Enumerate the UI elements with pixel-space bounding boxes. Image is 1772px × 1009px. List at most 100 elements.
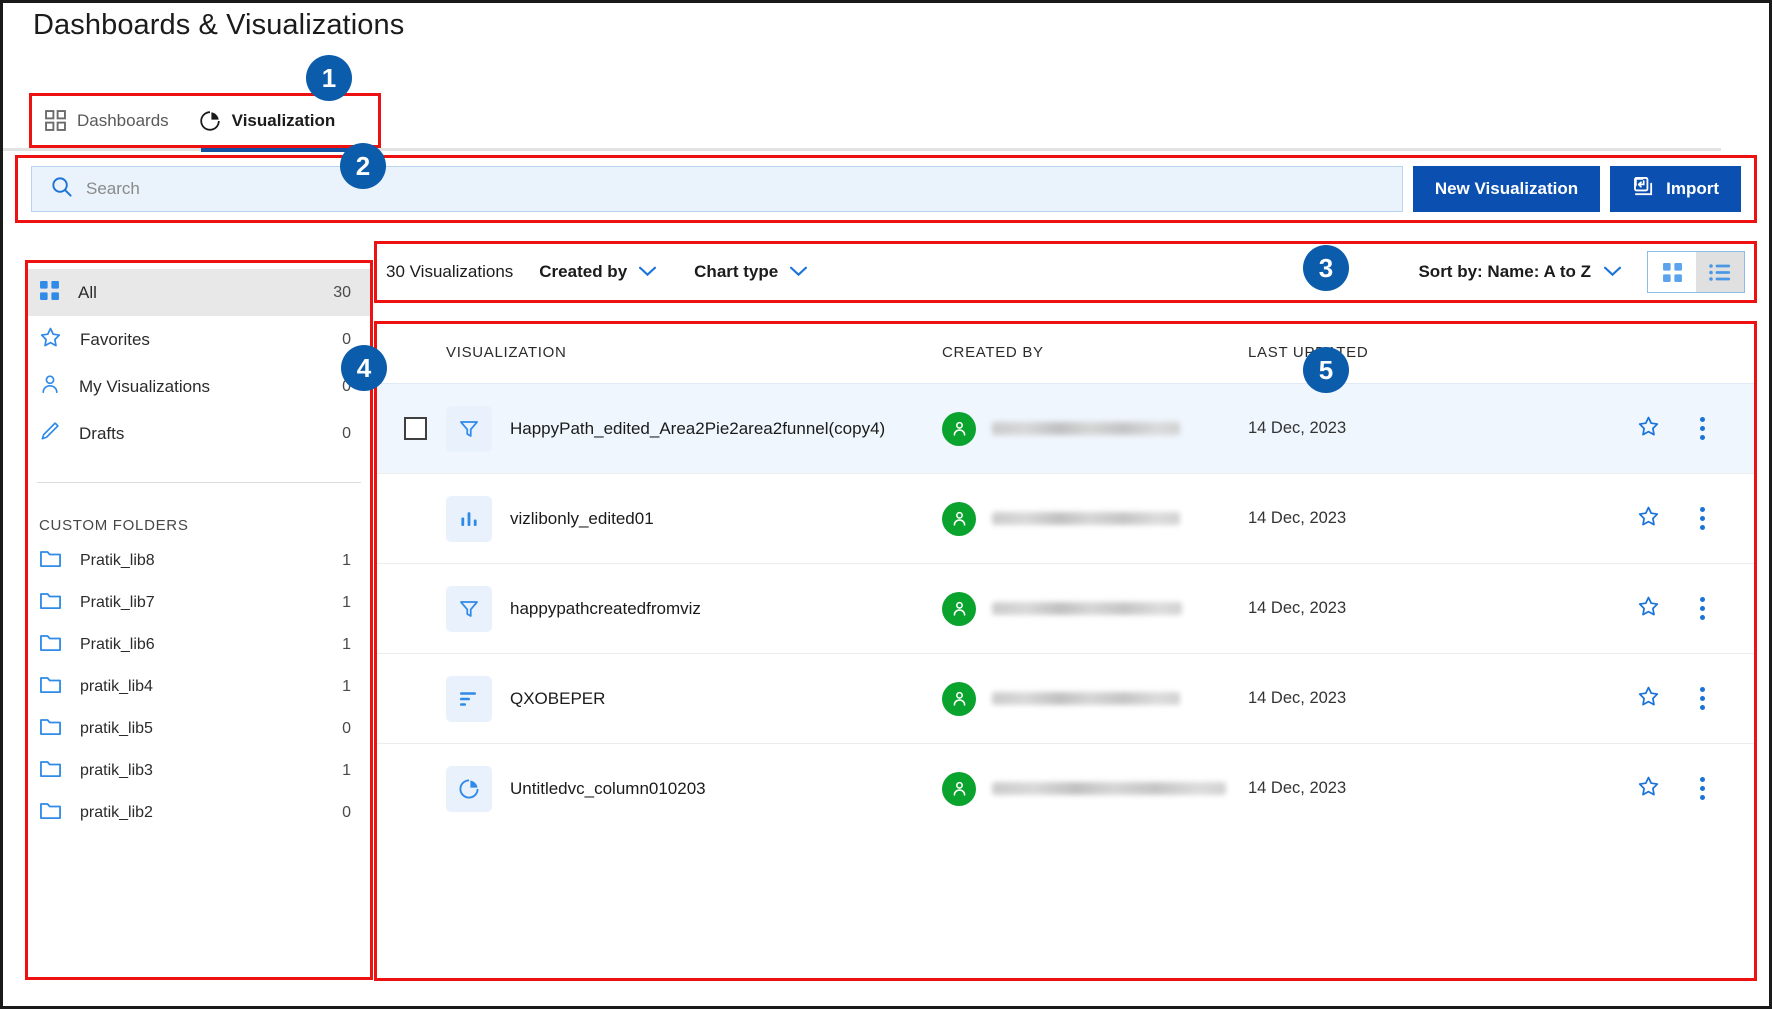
funnel-chart-icon xyxy=(446,585,492,632)
filter-created-by-label: Created by xyxy=(539,262,628,281)
row-created-by-cell xyxy=(942,411,1248,446)
created-by-email xyxy=(992,692,1180,705)
kebab-menu-icon[interactable] xyxy=(1700,417,1705,440)
last-updated-date: 14 Dec, 2023 xyxy=(1248,779,1347,797)
table-row[interactable]: happypathcreatedfromviz 14 Dec, 2023 xyxy=(374,563,1757,653)
search-box[interactable] xyxy=(31,166,1403,212)
sidebar-folder-pratik_lib6[interactable]: Pratik_lib6 1 xyxy=(25,624,373,666)
row-name-cell: vizlibonly_edited01 xyxy=(446,495,942,542)
annotation-badge-5: 5 xyxy=(1303,347,1349,393)
table-row[interactable]: HappyPath_edited_Area2Pie2area2funnel(co… xyxy=(374,383,1757,473)
table-row[interactable]: vizlibonly_edited01 14 Dec, 2023 xyxy=(374,473,1757,563)
person-icon xyxy=(39,373,61,400)
folder-count: 1 xyxy=(342,552,351,569)
sidebar-folder-pratik_lib5[interactable]: pratik_lib5 0 xyxy=(25,708,373,750)
kebab-menu-icon[interactable] xyxy=(1700,507,1705,530)
table-row[interactable]: QXOBEPER 14 Dec, 2023 xyxy=(374,653,1757,743)
row-actions-cell xyxy=(1548,775,1757,803)
avatar xyxy=(942,771,976,806)
row-created-by-cell xyxy=(942,591,1248,626)
row-name-cell: happypathcreatedfromviz xyxy=(446,585,942,632)
folder-count: 0 xyxy=(342,720,351,737)
folder-icon xyxy=(39,548,62,574)
avatar xyxy=(942,591,976,626)
favorite-star-icon[interactable] xyxy=(1637,415,1660,443)
search-icon xyxy=(50,175,73,203)
sidebar-item-my-visualizations[interactable]: My Visualizations 0 xyxy=(25,363,373,410)
folder-label: pratik_lib4 xyxy=(80,678,153,695)
row-last-updated-cell: 14 Dec, 2023 xyxy=(1248,689,1548,708)
sidebar-item-count: 0 xyxy=(342,424,351,442)
visualizations-table: VISUALIZATION CREATED BY LAST UPDATED Ha… xyxy=(374,321,1757,981)
folder-label: pratik_lib3 xyxy=(80,762,153,779)
pie-chart-icon xyxy=(199,110,221,132)
favorite-star-icon[interactable] xyxy=(1637,685,1660,713)
grid-icon xyxy=(45,110,66,131)
avatar xyxy=(942,411,976,446)
sidebar-item-count: 30 xyxy=(333,283,351,301)
sidebar-item-drafts[interactable]: Drafts 0 xyxy=(25,410,373,457)
folder-count: 1 xyxy=(342,678,351,695)
created-by-email xyxy=(992,512,1180,525)
sidebar-item-label: Drafts xyxy=(79,423,125,443)
row-actions-cell xyxy=(1548,595,1757,623)
visualization-name[interactable]: HappyPath_edited_Area2Pie2area2funnel(co… xyxy=(510,419,885,439)
table-row[interactable]: Untitledvc_column010203 14 Dec, 2023 xyxy=(374,743,1757,833)
sidebar-folder-pratik_lib4[interactable]: pratik_lib4 1 xyxy=(25,666,373,708)
sidebar-item-all[interactable]: All 30 xyxy=(25,269,373,316)
chevron-down-icon xyxy=(1604,262,1621,282)
import-button[interactable]: Import xyxy=(1610,166,1741,212)
row-created-by-cell xyxy=(942,501,1248,536)
new-visualization-button[interactable]: New Visualization xyxy=(1412,166,1601,212)
sidebar-folder-pratik_lib3[interactable]: pratik_lib3 1 xyxy=(25,750,373,792)
filter-created-by[interactable]: Created by xyxy=(539,262,657,282)
avatar xyxy=(942,501,976,536)
tab-visualization[interactable]: Visualization xyxy=(199,93,335,148)
sidebar-folder-pratik_lib2[interactable]: pratik_lib2 0 xyxy=(25,792,373,834)
favorite-star-icon[interactable] xyxy=(1637,775,1660,803)
page-title: Dashboards & Visualizations xyxy=(33,9,405,41)
row-name-cell: HappyPath_edited_Area2Pie2area2funnel(co… xyxy=(446,405,942,452)
sidebar-item-favorites[interactable]: Favorites 0 xyxy=(25,316,373,363)
created-by-email xyxy=(992,602,1182,615)
active-tab-indicator xyxy=(201,147,353,152)
favorite-star-icon[interactable] xyxy=(1637,595,1660,623)
folder-count: 1 xyxy=(342,636,351,653)
grid-view-icon[interactable] xyxy=(1648,252,1696,292)
row-checkbox[interactable] xyxy=(404,417,427,440)
row-last-updated-cell: 14 Dec, 2023 xyxy=(1248,419,1548,438)
visualization-name[interactable]: Untitledvc_column010203 xyxy=(510,779,706,799)
kebab-menu-icon[interactable] xyxy=(1700,597,1705,620)
row-select-cell xyxy=(374,417,446,440)
row-actions-cell xyxy=(1548,505,1757,533)
sort-by-dropdown[interactable]: Sort by: Name: A to Z xyxy=(1418,262,1621,282)
favorite-star-icon[interactable] xyxy=(1637,505,1660,533)
kebab-menu-icon[interactable] xyxy=(1700,777,1705,800)
folder-icon xyxy=(39,590,62,616)
list-view-icon[interactable] xyxy=(1696,252,1744,292)
visualization-count: 30 Visualizations xyxy=(386,262,514,281)
row-last-updated-cell: 14 Dec, 2023 xyxy=(1248,779,1548,798)
visualization-name[interactable]: QXOBEPER xyxy=(510,689,605,709)
chevron-down-icon xyxy=(639,262,657,282)
filter-chart-type[interactable]: Chart type xyxy=(694,262,808,282)
tab-dashboards[interactable]: Dashboards xyxy=(45,93,169,148)
kebab-menu-icon[interactable] xyxy=(1700,687,1705,710)
visualization-name[interactable]: vizlibonly_edited01 xyxy=(510,509,654,529)
custom-folders-heading: CUSTOM FOLDERS xyxy=(39,517,189,534)
folder-icon xyxy=(39,758,62,784)
view-toggle xyxy=(1647,251,1745,293)
folder-label: Pratik_lib6 xyxy=(80,636,155,653)
sidebar-folder-pratik_lib7[interactable]: Pratik_lib7 1 xyxy=(25,582,373,624)
tab-dashboards-label: Dashboards xyxy=(77,110,169,130)
row-actions-cell xyxy=(1548,415,1757,443)
star-icon xyxy=(39,326,62,354)
visualization-name[interactable]: happypathcreatedfromviz xyxy=(510,599,701,619)
annotation-badge-2: 2 xyxy=(340,143,386,189)
folder-icon xyxy=(39,632,62,658)
created-by-email xyxy=(992,422,1180,435)
sidebar-folder-pratik_lib8[interactable]: Pratik_lib8 1 xyxy=(25,540,373,582)
folder-count: 1 xyxy=(342,762,351,779)
search-input[interactable] xyxy=(86,179,1384,199)
created-by-email xyxy=(992,782,1226,795)
